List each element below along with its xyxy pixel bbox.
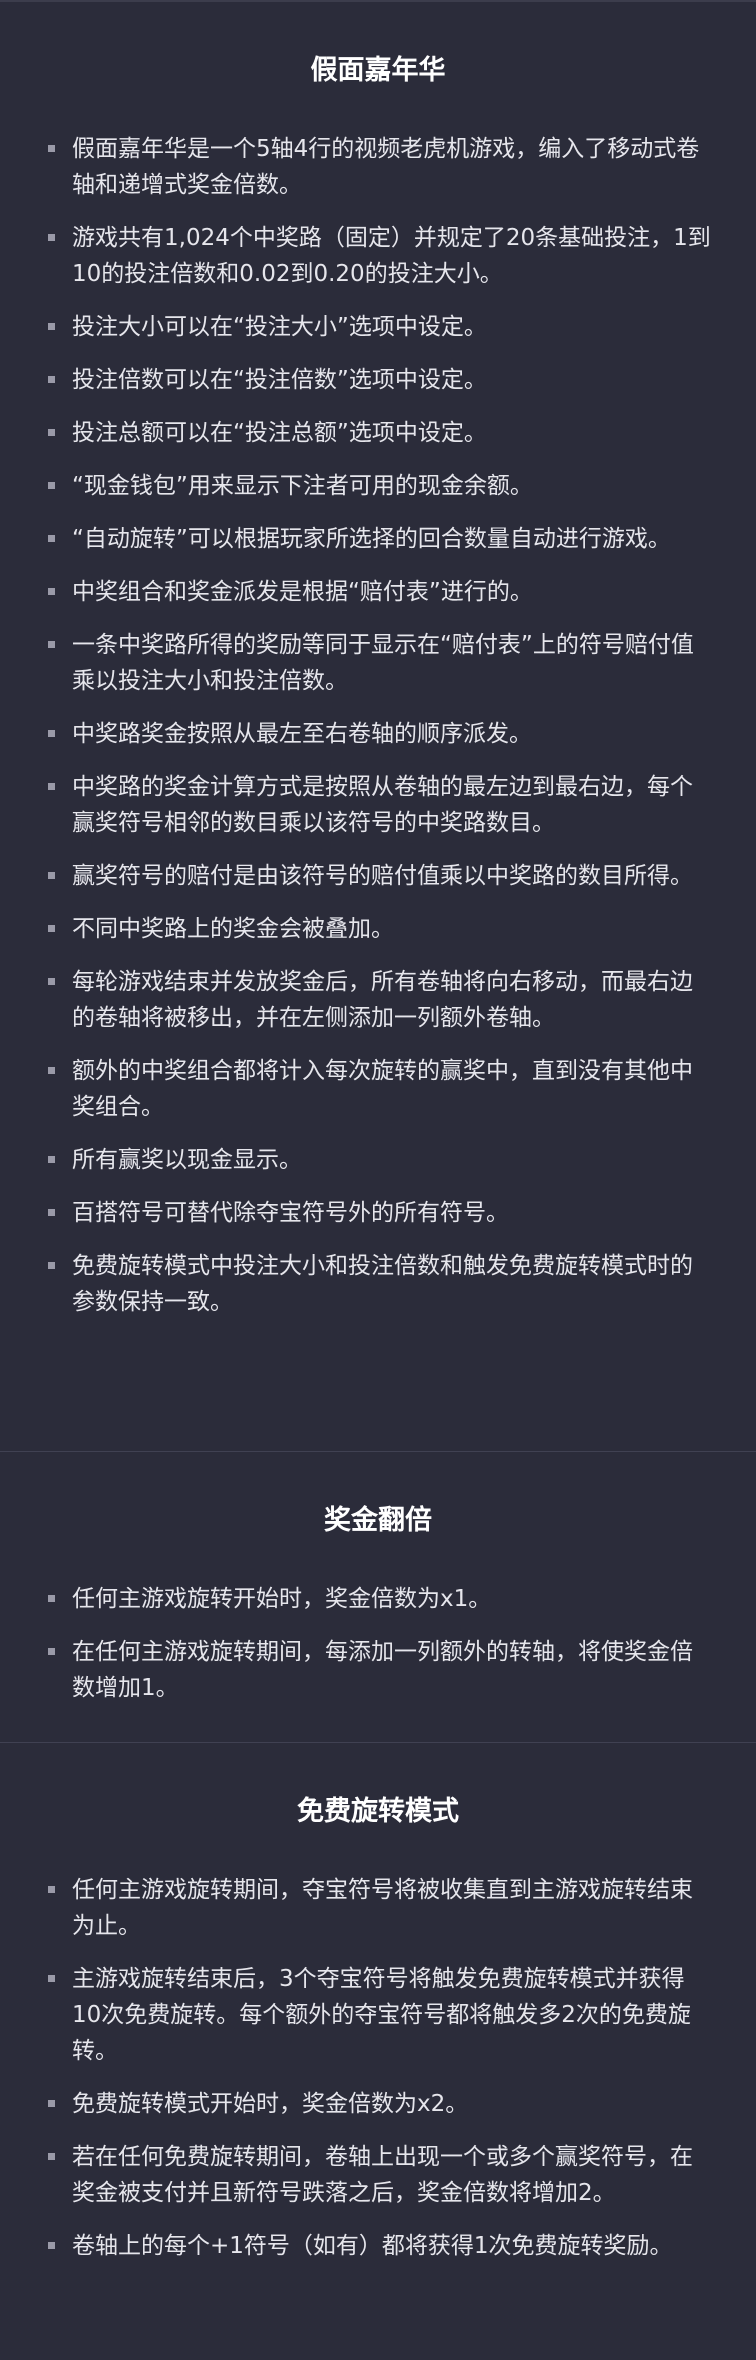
rule-text: 不同中奖路上的奖金会被叠加。 bbox=[72, 916, 394, 942]
rule-text: 任何主游戏旋转期间，夺宝符号将被收集直到主游戏旋转结束为止。 bbox=[72, 1877, 693, 1939]
rule-text: 投注大小可以在“投注大小”选项中设定。 bbox=[72, 314, 487, 340]
rule-text: 若在任何免费旋转期间，卷轴上出现一个或多个赢奖符号，在奖金被支付并且新符号跌落之… bbox=[72, 2144, 693, 2206]
rule-item: 在任何主游戏旋转期间，每添加一列额外的转轴，将使奖金倍数增加1。 bbox=[44, 1634, 712, 1706]
bullet-icon bbox=[48, 641, 55, 648]
rule-text: 投注倍数可以在“投注倍数”选项中设定。 bbox=[72, 367, 487, 393]
rule-item: 游戏共有1,024个中奖路（固定）并规定了20条基础投注，1到10的投注倍数和0… bbox=[44, 220, 712, 292]
bullet-icon bbox=[48, 1262, 55, 1269]
bullet-icon bbox=[48, 234, 55, 241]
rule-item: 免费旋转模式开始时，奖金倍数为x2。 bbox=[44, 2086, 712, 2122]
section-multiplier: 奖金翻倍 任何主游戏旋转开始时，奖金倍数为x1。在任何主游戏旋转期间，每添加一列… bbox=[0, 1452, 756, 1743]
rule-item: 投注大小可以在“投注大小”选项中设定。 bbox=[44, 309, 712, 345]
bullet-icon bbox=[48, 1886, 55, 1893]
rule-item: 投注倍数可以在“投注倍数”选项中设定。 bbox=[44, 362, 712, 398]
section-title: 奖金翻倍 bbox=[324, 1505, 432, 1536]
rule-text: 一条中奖路所得的奖励等同于显示在“赔付表”上的符号赔付值乘以投注大小和投注倍数。 bbox=[72, 632, 694, 694]
rule-item: 免费旋转模式中投注大小和投注倍数和触发免费旋转模式时的参数保持一致。 bbox=[44, 1248, 712, 1320]
rule-text: “现金钱包”用来显示下注者可用的现金余额。 bbox=[72, 473, 533, 499]
rules-list: 任何主游戏旋转开始时，奖金倍数为x1。在任何主游戏旋转期间，每添加一列额外的转轴… bbox=[44, 1581, 712, 1706]
rule-item: 投注总额可以在“投注总额”选项中设定。 bbox=[44, 415, 712, 451]
bullet-icon bbox=[48, 1156, 55, 1163]
section-game-rules: 假面嘉年华 假面嘉年华是一个5轴4行的视频老虎机游戏，编入了移动式卷轴和递增式奖… bbox=[0, 2, 756, 1452]
rule-item: 中奖路奖金按照从最左至右卷轴的顺序派发。 bbox=[44, 716, 712, 752]
bullet-icon bbox=[48, 925, 55, 932]
rule-text: 额外的中奖组合都将计入每次旋转的赢奖中，直到没有其他中奖组合。 bbox=[72, 1058, 693, 1120]
rule-item: 不同中奖路上的奖金会被叠加。 bbox=[44, 911, 712, 947]
bullet-icon bbox=[48, 588, 55, 595]
rule-item: 主游戏旋转结束后，3个夺宝符号将触发免费旋转模式并获得10次免费旋转。每个额外的… bbox=[44, 1961, 712, 2069]
rule-item: 假面嘉年华是一个5轴4行的视频老虎机游戏，编入了移动式卷轴和递增式奖金倍数。 bbox=[44, 131, 712, 203]
rule-text: “自动旋转”可以根据玩家所选择的回合数量自动进行游戏。 bbox=[72, 526, 671, 552]
rule-item: 任何主游戏旋转期间，夺宝符号将被收集直到主游戏旋转结束为止。 bbox=[44, 1872, 712, 1944]
rule-text: 任何主游戏旋转开始时，奖金倍数为x1。 bbox=[72, 1586, 492, 1612]
rule-text: 中奖路的奖金计算方式是按照从卷轴的最左边到最右边，每个赢奖符号相邻的数目乘以该符… bbox=[72, 774, 693, 836]
bullet-icon bbox=[48, 429, 55, 436]
rule-item: 每轮游戏结束并发放奖金后，所有卷轴将向右移动，而最右边的卷轴将被移出，并在左侧添… bbox=[44, 964, 712, 1036]
rule-item: 赢奖符号的赔付是由该符号的赔付值乘以中奖路的数目所得。 bbox=[44, 858, 712, 894]
bullet-icon bbox=[48, 482, 55, 489]
rule-item: 中奖组合和奖金派发是根据“赔付表”进行的。 bbox=[44, 574, 712, 610]
rule-text: 免费旋转模式中投注大小和投注倍数和触发免费旋转模式时的参数保持一致。 bbox=[72, 1253, 693, 1315]
bullet-icon bbox=[48, 1209, 55, 1216]
rule-text: 游戏共有1,024个中奖路（固定）并规定了20条基础投注，1到10的投注倍数和0… bbox=[72, 225, 711, 287]
rule-text: 投注总额可以在“投注总额”选项中设定。 bbox=[72, 420, 487, 446]
rule-text: 中奖组合和奖金派发是根据“赔付表”进行的。 bbox=[72, 579, 533, 605]
bullet-icon bbox=[48, 2100, 55, 2107]
rule-item: 卷轴上的每个+1符号（如有）都将获得1次免费旋转奖励。 bbox=[44, 2228, 712, 2264]
bullet-icon bbox=[48, 730, 55, 737]
rules-list: 假面嘉年华是一个5轴4行的视频老虎机游戏，编入了移动式卷轴和递增式奖金倍数。 游戏… bbox=[44, 131, 712, 1320]
rules-page: 假面嘉年华 假面嘉年华是一个5轴4行的视频老虎机游戏，编入了移动式卷轴和递增式奖… bbox=[0, 0, 756, 2360]
rule-item: 若在任何免费旋转期间，卷轴上出现一个或多个赢奖符号，在奖金被支付并且新符号跌落之… bbox=[44, 2139, 712, 2211]
rule-item: 所有赢奖以现金显示。 bbox=[44, 1142, 712, 1178]
bullet-icon bbox=[48, 978, 55, 985]
bullet-icon bbox=[48, 1595, 55, 1602]
rule-text: 主游戏旋转结束后，3个夺宝符号将触发免费旋转模式并获得10次免费旋转。每个额外的… bbox=[72, 1966, 691, 2064]
rule-item: “现金钱包”用来显示下注者可用的现金余额。 bbox=[44, 468, 712, 504]
bullet-icon bbox=[48, 376, 55, 383]
bullet-icon bbox=[48, 872, 55, 879]
rule-text: 每轮游戏结束并发放奖金后，所有卷轴将向右移动，而最右边的卷轴将被移出，并在左侧添… bbox=[72, 969, 693, 1031]
bullet-icon bbox=[48, 2242, 55, 2249]
section-title: 假面嘉年华 bbox=[310, 55, 446, 86]
rule-item: 中奖路的奖金计算方式是按照从卷轴的最左边到最右边，每个赢奖符号相邻的数目乘以该符… bbox=[44, 769, 712, 841]
bullet-icon bbox=[48, 2153, 55, 2160]
rule-text: 在任何主游戏旋转期间，每添加一列额外的转轴，将使奖金倍数增加1。 bbox=[72, 1639, 693, 1701]
bullet-icon bbox=[48, 1975, 55, 1982]
rule-text: 免费旋转模式开始时，奖金倍数为x2。 bbox=[72, 2091, 469, 2117]
rule-item: 百搭符号可替代除夺宝符号外的所有符号。 bbox=[44, 1195, 712, 1231]
bullet-icon bbox=[48, 783, 55, 790]
rule-text: 百搭符号可替代除夺宝符号外的所有符号。 bbox=[72, 1200, 509, 1226]
bullet-icon bbox=[48, 535, 55, 542]
bullet-icon bbox=[48, 1648, 55, 1655]
rule-text: 赢奖符号的赔付是由该符号的赔付值乘以中奖路的数目所得。 bbox=[72, 863, 693, 889]
rule-text: 假面嘉年华是一个5轴4行的视频老虎机游戏，编入了移动式卷轴和递增式奖金倍数。 bbox=[72, 136, 700, 198]
rule-item: 一条中奖路所得的奖励等同于显示在“赔付表”上的符号赔付值乘以投注大小和投注倍数。 bbox=[44, 627, 712, 699]
bullet-icon bbox=[48, 145, 55, 152]
rule-item: 额外的中奖组合都将计入每次旋转的赢奖中，直到没有其他中奖组合。 bbox=[44, 1053, 712, 1125]
section-title: 免费旋转模式 bbox=[297, 1796, 459, 1827]
bullet-icon bbox=[48, 323, 55, 330]
bullet-icon bbox=[48, 1067, 55, 1074]
rule-text: 所有赢奖以现金显示。 bbox=[72, 1147, 302, 1173]
rule-item: “自动旋转”可以根据玩家所选择的回合数量自动进行游戏。 bbox=[44, 521, 712, 557]
rule-text: 卷轴上的每个+1符号（如有）都将获得1次免费旋转奖励。 bbox=[72, 2233, 673, 2259]
rule-text: 中奖路奖金按照从最左至右卷轴的顺序派发。 bbox=[72, 721, 532, 747]
rule-item: 任何主游戏旋转开始时，奖金倍数为x1。 bbox=[44, 1581, 712, 1617]
section-free-spins: 免费旋转模式 任何主游戏旋转期间，夺宝符号将被收集直到主游戏旋转结束为止。主游戏… bbox=[0, 1743, 756, 2360]
rules-list: 任何主游戏旋转期间，夺宝符号将被收集直到主游戏旋转结束为止。主游戏旋转结束后，3… bbox=[44, 1872, 712, 2264]
